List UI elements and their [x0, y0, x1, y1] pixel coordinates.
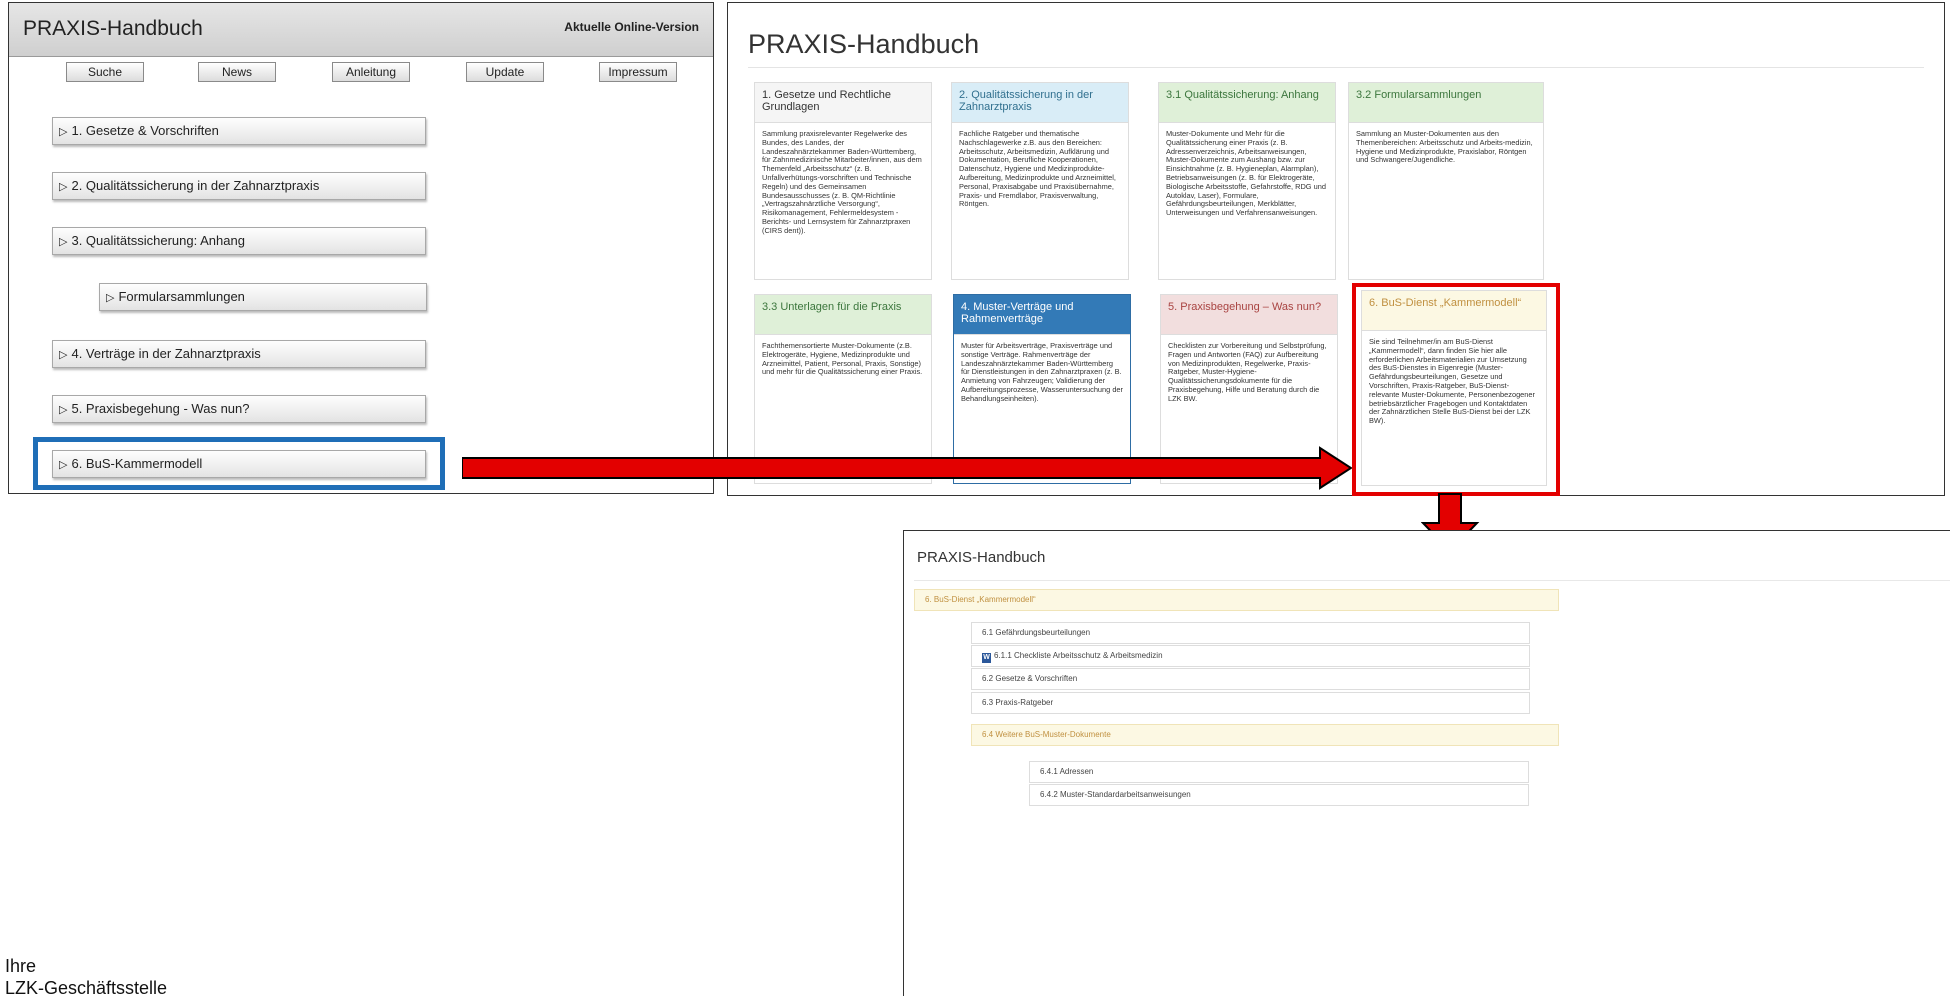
detail-row-6-3[interactable]: 6.3 Praxis-Ratgeber [971, 692, 1530, 714]
card-2[interactable]: 2. Qualitätssicherung in der Zahnarztpra… [951, 82, 1129, 280]
card-3-1[interactable]: 3.1 Qualitätssicherung: Anhang Muster-Do… [1158, 82, 1336, 280]
online-version-link[interactable]: Aktuelle Online-Version [564, 20, 699, 34]
divider [748, 67, 1924, 68]
word-document-icon: W [982, 653, 991, 663]
detail-row-6-4[interactable]: 6.4 Weitere BuS-Muster-Dokumente [971, 724, 1559, 746]
old-item-1[interactable]: ▷ 1. Gesetze & Vorschriften [52, 117, 426, 145]
update-button[interactable]: Update [466, 62, 544, 82]
card-body: Fachliche Ratgeber und thematische Nachs… [959, 129, 1116, 209]
old-header: PRAXIS-Handbuch Aktuelle Online-Version [9, 3, 713, 57]
card-body: Checklisten zur Vorbereitung und Selbstp… [1168, 341, 1327, 403]
blue-highlight-frame [33, 437, 445, 490]
card-title: 4. Muster-Verträge und Rahmenverträge [954, 295, 1130, 335]
old-item-label: 4. Verträge in der Zahnarztpraxis [71, 346, 261, 361]
divider [914, 580, 1950, 581]
card-title: 3.1 Qualitätssicherung: Anhang [1159, 83, 1335, 123]
card-title: 1. Gesetze und Rechtliche Grundlagen [755, 83, 931, 123]
old-item-forms[interactable]: ▷ Formularsammlungen [99, 283, 427, 311]
old-handbook-panel: PRAXIS-Handbuch Aktuelle Online-Version … [8, 2, 714, 494]
new-title: PRAXIS-Handbuch [748, 29, 980, 59]
detail-panel: PRAXIS-Handbuch 6. BuS-Dienst „Kammermod… [903, 530, 1950, 996]
red-highlight-frame [1352, 283, 1560, 496]
card-title: 3.2 Formularsammlungen [1349, 83, 1543, 123]
guide-button[interactable]: Anleitung [332, 62, 410, 82]
old-item-label: 3. Qualitätssicherung: Anhang [71, 233, 245, 248]
detail-row-6-2[interactable]: 6.2 Gesetze & Vorschriften [971, 668, 1530, 690]
news-button[interactable]: News [198, 62, 276, 82]
card-3-2[interactable]: 3.2 Formularsammlungen Sammlung an Muste… [1348, 82, 1544, 280]
card-body: Muster für Arbeitsverträge, Praxisverträ… [961, 341, 1123, 403]
detail-row-6-1-1[interactable]: W 6.1.1 Checkliste Arbeitsschutz & Arbeit… [971, 645, 1530, 667]
old-item-label: Formularsammlungen [118, 289, 245, 304]
footer-line-1: Ihre [5, 956, 37, 976]
detail-row-6-4-2[interactable]: 6.4.2 Muster-Standardarbeitsanweisungen [1029, 784, 1529, 806]
old-item-4[interactable]: ▷ 4. Verträge in der Zahnarztpraxis [52, 340, 426, 368]
card-title: 3.3 Unterlagen für die Praxis [755, 295, 931, 335]
search-button[interactable]: Suche [66, 62, 144, 82]
card-title: 2. Qualitätssicherung in der Zahnarztpra… [952, 83, 1128, 123]
detail-row-6-1[interactable]: 6.1 Gefährdungsbeurteilungen [971, 622, 1530, 644]
old-item-label: 5. Praxisbegehung - Was nun? [71, 401, 250, 416]
new-handbook-panel: PRAXIS-Handbuch 1. Gesetze und Rechtlich… [727, 2, 1945, 496]
old-item-5[interactable]: ▷ 5. Praxisbegehung - Was nun? [52, 395, 426, 423]
detail-row-label: 6.1.1 Checkliste Arbeitsschutz & Arbeits… [994, 651, 1163, 660]
card-body: Muster-Dokumente und Mehr für die Qualit… [1166, 129, 1326, 218]
old-item-label: 2. Qualitätssicherung in der Zahnarztpra… [71, 178, 320, 193]
card-body: Sammlung praxisrelevanter Regelwerke des… [762, 129, 922, 235]
card-body: Sammlung an Muster-Dokumenten aus den Th… [1356, 129, 1533, 165]
old-item-3[interactable]: ▷ 3. Qualitätssicherung: Anhang [52, 227, 426, 255]
card-body: Fachthemensortierte Muster-Dokumente (z.… [762, 341, 923, 377]
expand-triangle-icon: ▷ [59, 126, 68, 138]
section-6-header[interactable]: 6. BuS-Dienst „Kammermodell“ [914, 589, 1559, 611]
expand-triangle-icon: ▷ [59, 236, 68, 248]
imprint-button[interactable]: Impressum [599, 62, 677, 82]
detail-title: PRAXIS-Handbuch [917, 549, 1046, 566]
card-1[interactable]: 1. Gesetze und Rechtliche Grundlagen Sam… [754, 82, 932, 280]
old-item-2[interactable]: ▷ 2. Qualitätssicherung in der Zahnarztpr… [52, 172, 426, 200]
horizontal-arrow-icon [462, 446, 1352, 490]
expand-triangle-icon: ▷ [59, 181, 68, 193]
card-title: 5. Praxisbegehung – Was nun? [1161, 295, 1337, 335]
expand-triangle-icon: ▷ [59, 404, 68, 416]
expand-triangle-icon: ▷ [106, 292, 115, 304]
detail-row-6-4-1[interactable]: 6.4.1 Adressen [1029, 761, 1529, 783]
old-item-label: 1. Gesetze & Vorschriften [71, 123, 219, 138]
expand-triangle-icon: ▷ [59, 349, 68, 361]
old-title: PRAXIS-Handbuch [23, 17, 203, 40]
